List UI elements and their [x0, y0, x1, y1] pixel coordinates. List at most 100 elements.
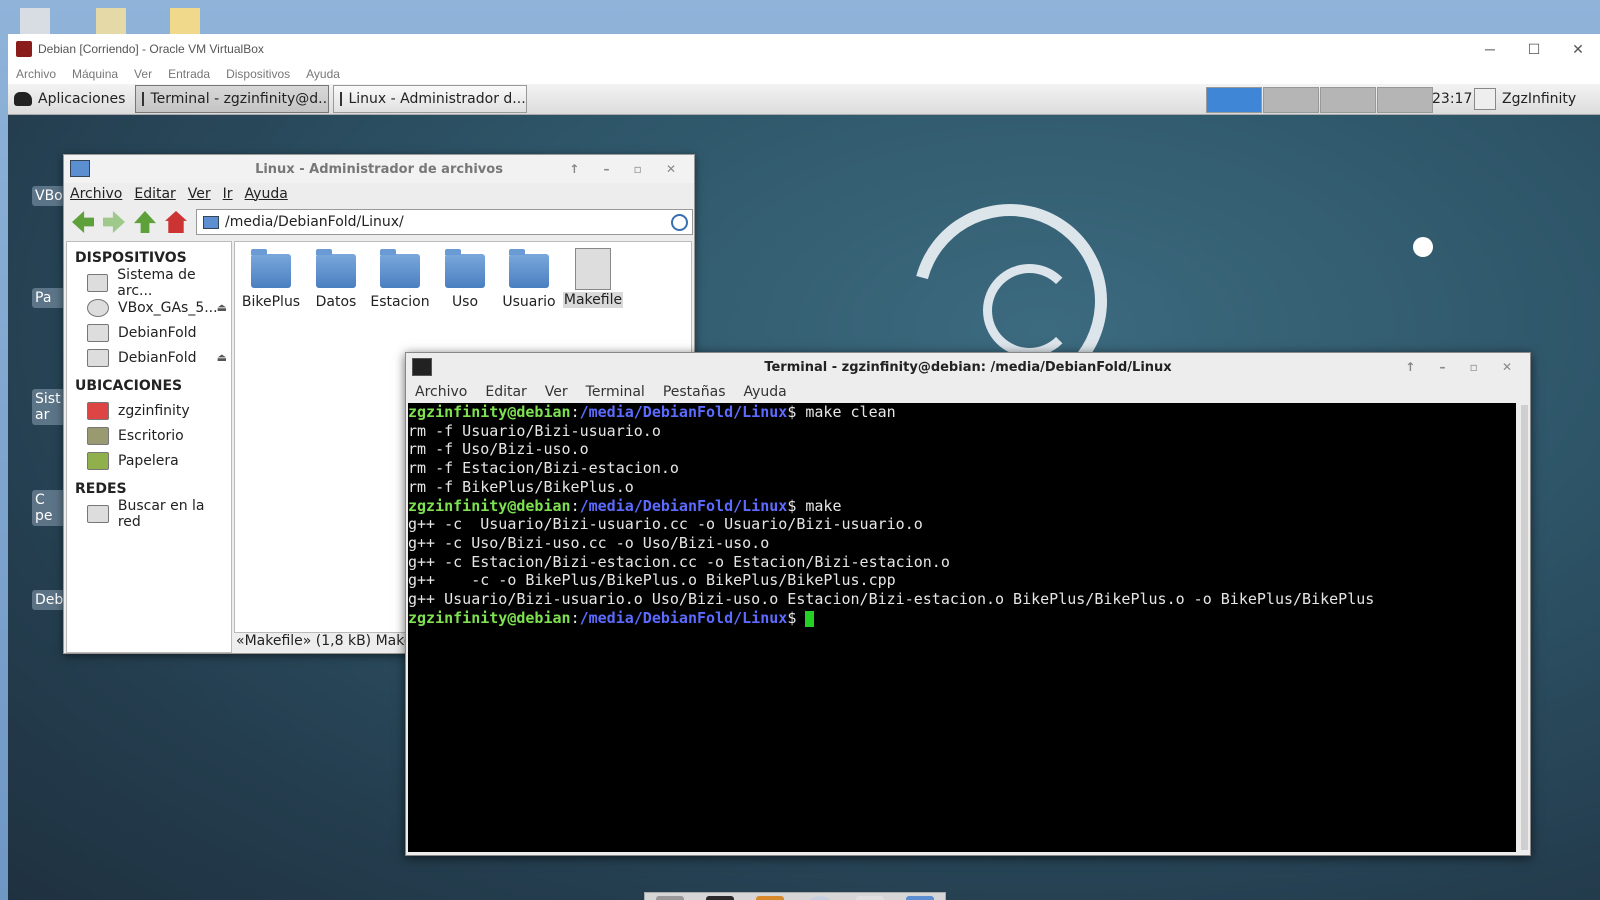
term-menu-editar[interactable]: Editar — [476, 384, 535, 400]
vbox-menu-ver[interactable]: Ver — [126, 67, 160, 81]
task-file-manager[interactable]: Linux - Administrador d... — [333, 85, 528, 113]
sidebar-item-label: Sistema de arc... — [117, 266, 196, 299]
reload-icon[interactable] — [671, 214, 688, 231]
terminal-window-buttons[interactable]: ↑ – ▫ ✕ — [1405, 353, 1522, 381]
clock[interactable]: 23:17 — [1432, 84, 1472, 114]
maximize-button[interactable]: ☐ — [1512, 34, 1556, 64]
vbox-menu-maquina[interactable]: Máquina — [64, 67, 126, 81]
dock-item-3[interactable] — [756, 896, 784, 900]
fm-menu-archivo[interactable]: Archivo — [64, 186, 128, 202]
terminal-output[interactable]: zgzinfinity@debian:/media/DebianFold/Lin… — [408, 403, 1516, 852]
minimize-button[interactable]: ─ — [1468, 34, 1512, 64]
terminal-output-line: rm -f Usuario/Bizi-usuario.o — [408, 421, 661, 440]
terminal-menubar: Archivo Editar Ver Terminal Pestañas Ayu… — [406, 381, 1530, 403]
cdrom-icon — [87, 298, 109, 317]
workspace-1[interactable] — [1206, 87, 1262, 113]
term-menu-ver[interactable]: Ver — [536, 384, 577, 400]
path-bar[interactable]: /media/DebianFold/Linux/ — [196, 209, 693, 235]
term-menu-ayuda[interactable]: Ayuda — [735, 384, 796, 400]
terminal-output-line: rm -f Estacion/Bizi-estacion.o — [408, 459, 679, 478]
guest-desktop: Aplicaciones Terminal - zgzinfinity@d...… — [8, 84, 1600, 900]
task-terminal[interactable]: Terminal - zgzinfinity@d... — [135, 85, 330, 113]
file-item-estacion[interactable]: Estacion — [370, 249, 430, 310]
vbox-menu-ayuda[interactable]: Ayuda — [298, 67, 348, 81]
vbox-menu-entrada[interactable]: Entrada — [160, 67, 218, 81]
prompt-user: zgzinfinity@debian — [408, 403, 571, 421]
sidebar-item-label: Buscar en la red — [117, 497, 205, 530]
terminal-title: Terminal - zgzinfinity@debian: /media/De… — [764, 359, 1172, 375]
sidebar-item-debianfold-2[interactable]: DebianFold ⏏ — [67, 345, 231, 370]
terminal-output-line: g++ -c Estacion/Bizi-estacion.cc -o Esta… — [408, 552, 950, 571]
terminal-output-line: g++ -c Usuario/Bizi-usuario.cc -o Usuari… — [408, 515, 923, 534]
virtualbox-icon — [16, 41, 32, 57]
fm-menu-editar[interactable]: Editar — [128, 186, 181, 202]
vbox-titlebar: Debian [Corriendo] - Oracle VM VirtualBo… — [8, 34, 1600, 64]
sidebar-item-desktop[interactable]: Escritorio — [67, 423, 231, 448]
dock-folder-icon[interactable] — [906, 896, 934, 900]
section-devices: DISPOSITIVOS — [75, 250, 187, 266]
eject-icon[interactable]: ⏏ — [217, 351, 227, 364]
fm-menu-ayuda[interactable]: Ayuda — [239, 186, 294, 202]
dock-terminal-icon[interactable] — [706, 896, 734, 900]
back-arrow-icon[interactable] — [72, 211, 94, 233]
file-item-bikeplus[interactable]: BikePlus — [241, 249, 301, 310]
file-item-makefile[interactable]: Makefile — [563, 248, 623, 308]
xfce-panel: Aplicaciones Terminal - zgzinfinity@d...… — [8, 84, 1600, 115]
sidebar-item-label: Papelera — [118, 452, 179, 469]
file-label: Uso — [451, 294, 479, 310]
dock-search-icon[interactable] — [856, 896, 884, 900]
terminal-prompt-line: zgzinfinity@debian:/media/DebianFold/Lin… — [408, 609, 1516, 628]
terminal-icon — [142, 92, 145, 106]
sidebar-item-filesystem[interactable]: Sistema de arc... — [67, 267, 231, 299]
fm-window-buttons[interactable]: ↑ – ▫ ✕ — [569, 155, 686, 183]
desktop-icon — [87, 426, 109, 445]
sidebar-item-label: VBox_GAs_5... — [118, 299, 218, 316]
close-button[interactable]: ✕ — [1556, 34, 1600, 64]
user-menu[interactable]: ZgzInfinity — [1502, 84, 1576, 114]
terminal-icon — [412, 358, 432, 376]
file-item-usuario[interactable]: Usuario — [499, 249, 559, 310]
host-file-icon[interactable] — [96, 8, 126, 34]
fm-statusbar: «Makefile» (1,8 kB) Makef — [236, 633, 418, 649]
section-network: REDES — [75, 481, 127, 497]
fm-menu-ir[interactable]: Ir — [217, 186, 239, 202]
term-menu-pestanas[interactable]: Pestañas — [654, 384, 735, 400]
file-item-datos[interactable]: Datos — [306, 249, 366, 310]
eject-icon[interactable]: ⏏ — [217, 301, 227, 314]
sidebar-item-trash[interactable]: Papelera — [67, 448, 231, 473]
network-icon — [87, 504, 109, 523]
drive-icon — [87, 348, 109, 367]
terminal-prompt-line: zgzinfinity@debian:/media/DebianFold/Lin… — [408, 403, 896, 421]
fm-menu-ver[interactable]: Ver — [182, 186, 217, 202]
terminal-scrollbar[interactable] — [1521, 405, 1528, 850]
sidebar-item-debianfold-1[interactable]: DebianFold — [67, 320, 231, 345]
notification-icon[interactable] — [1474, 88, 1496, 110]
file-label: Datos — [315, 294, 357, 310]
forward-arrow-icon[interactable] — [103, 211, 125, 233]
term-menu-terminal[interactable]: Terminal — [577, 384, 654, 400]
dock-browser-icon[interactable] — [806, 896, 834, 900]
workspace-2[interactable] — [1263, 87, 1319, 113]
terminal-cursor — [805, 610, 815, 627]
term-menu-archivo[interactable]: Archivo — [406, 384, 476, 400]
up-arrow-icon[interactable] — [134, 211, 156, 233]
host-folder-icon[interactable] — [170, 8, 200, 34]
sidebar-item-vbox-gas[interactable]: VBox_GAs_5... ⏏ — [67, 295, 231, 320]
terminal-prompt-line: zgzinfinity@debian:/media/DebianFold/Lin… — [408, 496, 842, 515]
vbox-menu-archivo[interactable]: Archivo — [8, 67, 64, 81]
xfce-mouse-icon — [14, 92, 32, 106]
workspace-3[interactable] — [1320, 87, 1376, 113]
sidebar-item-network[interactable]: Buscar en la red — [67, 498, 231, 530]
workspace-4[interactable] — [1377, 87, 1433, 113]
sidebar-item-home[interactable]: zgzinfinity — [67, 398, 231, 423]
file-item-uso[interactable]: Uso — [435, 249, 495, 310]
vbox-menu-dispositivos[interactable]: Dispositivos — [218, 67, 298, 81]
recycle-bin-icon[interactable] — [20, 8, 50, 34]
vbox-title: Debian [Corriendo] - Oracle VM VirtualBo… — [38, 42, 264, 56]
vbox-menubar: Archivo Máquina Ver Entrada Dispositivos… — [8, 64, 1600, 84]
home-icon — [87, 401, 109, 420]
applications-menu[interactable]: Aplicaciones — [8, 84, 131, 114]
home-icon[interactable] — [165, 211, 187, 233]
file-label: BikePlus — [241, 294, 301, 310]
dock-item-1[interactable] — [656, 896, 684, 900]
